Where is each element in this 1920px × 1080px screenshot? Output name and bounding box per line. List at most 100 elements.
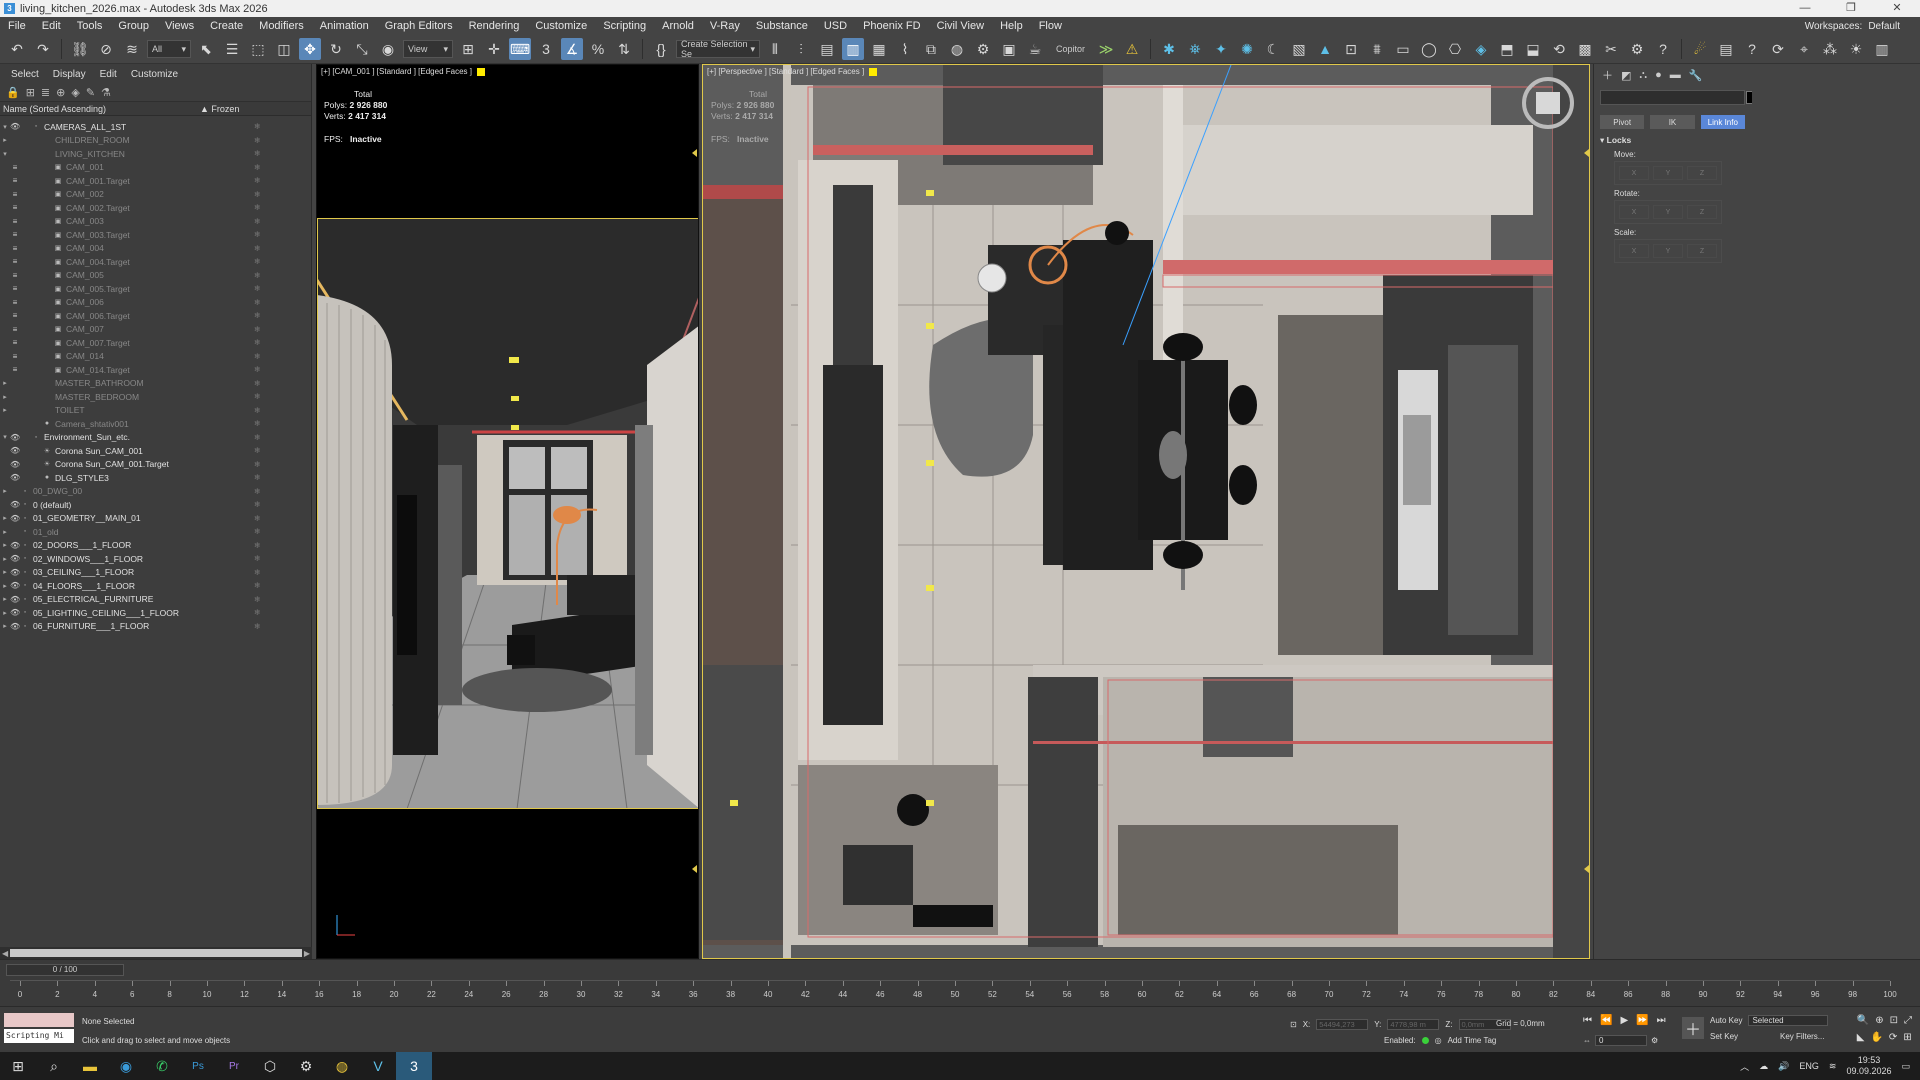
enabled-indicator-icon[interactable]: [1421, 1037, 1429, 1044]
visibility-icon[interactable]: 👁: [10, 608, 20, 617]
freeze-icon[interactable]: ❄: [254, 244, 261, 253]
premiere-icon[interactable]: Pr: [216, 1052, 252, 1080]
layer-row[interactable]: ▸ 👁 ◦ 04_FLOORS___1_FLOOR ❄: [0, 579, 312, 593]
visibility-icon[interactable]: 👁: [10, 622, 20, 631]
move-lock-y[interactable]: Y: [1653, 166, 1683, 180]
reference-coordinate-dropdown[interactable]: View ▾: [403, 40, 453, 58]
layer-row[interactable]: ● Camera_shtativ001 ❄: [0, 417, 312, 431]
visibility-icon[interactable]: ≡: [10, 190, 20, 199]
field-of-view-icon[interactable]: ◣: [1857, 1032, 1865, 1043]
menu-file[interactable]: File: [0, 20, 34, 32]
freeze-icon[interactable]: ❄: [254, 541, 261, 550]
visibility-icon[interactable]: 👁: [10, 554, 20, 563]
expand-icon[interactable]: ▸: [0, 541, 10, 549]
visibility-icon[interactable]: 👁: [10, 514, 20, 523]
viewport-camera[interactable]: [+] [CAM_001 ] [Standard ] [Edged Faces …: [316, 64, 699, 959]
edge-icon[interactable]: ◉: [108, 1052, 144, 1080]
y-coordinate-field[interactable]: 4778,98 m: [1387, 1019, 1440, 1030]
visibility-icon[interactable]: ≡: [10, 203, 20, 212]
visibility-icon[interactable]: ≡: [10, 244, 20, 253]
link-info-button[interactable]: Link Info: [1700, 115, 1745, 129]
current-frame-field[interactable]: 0: [1595, 1035, 1647, 1046]
expand-icon[interactable]: ▸: [0, 568, 10, 576]
freeze-icon[interactable]: ❄: [254, 379, 261, 388]
tray-chevron-icon[interactable]: ︿: [1740, 1060, 1749, 1073]
zoom-extents-icon[interactable]: ⊡: [1890, 1015, 1898, 1026]
freeze-icon[interactable]: ❄: [254, 446, 261, 455]
copitor-label[interactable]: Copitor: [1050, 44, 1091, 54]
maxscript-mini-listener[interactable]: Scripting Mi: [4, 1029, 74, 1043]
layer-row[interactable]: 👁 ☀ Corona Sun_CAM_001.Target ❄: [0, 458, 312, 472]
zoom-icon[interactable]: 🔍: [1857, 1015, 1869, 1026]
play-icon[interactable]: ▶: [1620, 1015, 1628, 1026]
expand-icon[interactable]: ▾: [0, 433, 10, 441]
menu-vray[interactable]: V-Ray: [702, 20, 748, 32]
layer-row[interactable]: ≡ ▣ CAM_001 ❄: [0, 161, 312, 175]
set-key-button[interactable]: Set Key: [1710, 1032, 1738, 1041]
link-icon[interactable]: ⛓: [69, 38, 91, 60]
visibility-icon[interactable]: ≡: [10, 271, 20, 280]
menu-arnold[interactable]: Arnold: [654, 20, 702, 32]
key-filters-button[interactable]: Key Filters...: [1780, 1032, 1824, 1041]
visibility-icon[interactable]: ≡: [10, 338, 20, 347]
vray-app-icon[interactable]: V: [360, 1052, 396, 1080]
pivot-button[interactable]: Pivot: [1600, 115, 1645, 129]
align-icon[interactable]: ⫶: [790, 38, 812, 60]
visibility-icon[interactable]: 👁: [10, 595, 20, 604]
expand-icon[interactable]: ▾: [0, 150, 10, 158]
corona-vfb-icon[interactable]: ▤: [1715, 38, 1737, 60]
layer-stack-icon[interactable]: ≣: [41, 86, 50, 99]
tab-customize[interactable]: Customize: [131, 69, 178, 80]
edit-named-selection-icon[interactable]: {}: [650, 38, 672, 60]
ik-button[interactable]: IK: [1650, 115, 1695, 129]
visibility-icon[interactable]: ≡: [10, 230, 20, 239]
time-tag-icon[interactable]: ◎: [1435, 1036, 1442, 1045]
freeze-icon[interactable]: ❄: [254, 311, 261, 320]
layer-row[interactable]: ≡ ▣ CAM_007 ❄: [0, 323, 312, 337]
pan-icon[interactable]: ✋: [1870, 1032, 1882, 1043]
menu-tools[interactable]: Tools: [69, 20, 111, 32]
absolute-mode-icon[interactable]: ⊡: [1290, 1020, 1297, 1029]
expand-icon[interactable]: ▾: [0, 123, 10, 131]
3dsmax-taskbar-icon[interactable]: 3: [396, 1052, 432, 1080]
expand-icon[interactable]: ▸: [0, 514, 10, 522]
vray-enmesh-icon[interactable]: ⬓: [1522, 38, 1544, 60]
add-to-layer-icon[interactable]: ⊕: [56, 86, 65, 99]
freeze-icon[interactable]: ❄: [254, 163, 261, 172]
modify-tab-icon[interactable]: ◩: [1621, 69, 1631, 82]
clock[interactable]: 19:53 09.09.2026: [1846, 1055, 1891, 1077]
keyboard-shortcut-override-icon[interactable]: ⌨: [509, 38, 531, 60]
layer-row[interactable]: ▸ ◦ 00_DWG_00 ❄: [0, 485, 312, 499]
auto-key-button[interactable]: Auto Key: [1710, 1016, 1742, 1025]
object-name-field[interactable]: [1600, 90, 1758, 105]
search-icon[interactable]: ⌕: [36, 1052, 72, 1080]
expand-icon[interactable]: ▸: [0, 555, 10, 563]
freeze-icon[interactable]: ❄: [254, 136, 261, 145]
freeze-icon[interactable]: ❄: [254, 473, 261, 482]
layer-row[interactable]: 👁 ● DLG_STYLE3 ❄: [0, 471, 312, 485]
next-frame-icon[interactable]: ⏩: [1636, 1015, 1648, 1026]
corona-lister-icon[interactable]: ▥: [1871, 38, 1893, 60]
menu-scripting[interactable]: Scripting: [595, 20, 654, 32]
layer-row[interactable]: ≡ ▣ CAM_005 ❄: [0, 269, 312, 283]
freeze-icon[interactable]: ❄: [254, 622, 261, 631]
visibility-icon[interactable]: 👁: [10, 581, 20, 590]
vray-settings-icon[interactable]: ⚙: [1626, 38, 1648, 60]
add-time-tag[interactable]: Add Time Tag: [1448, 1036, 1497, 1045]
visibility-icon[interactable]: ≡: [10, 311, 20, 320]
corona-scatter-icon[interactable]: ⁂: [1819, 38, 1841, 60]
select-place-icon[interactable]: ◉: [377, 38, 399, 60]
viewcube[interactable]: [1536, 92, 1560, 114]
workspaces-dropdown[interactable]: Default: [1868, 21, 1900, 32]
manipulate-icon[interactable]: ✛: [483, 38, 505, 60]
start-button-icon[interactable]: ⊞: [0, 1052, 36, 1080]
render-setup-icon[interactable]: ⚙: [972, 38, 994, 60]
freeze-icon[interactable]: ❄: [254, 419, 261, 428]
corona-sun-icon[interactable]: ☀: [1845, 38, 1867, 60]
visibility-icon[interactable]: 👁: [10, 433, 20, 442]
toggle-ribbon-icon[interactable]: ▦: [868, 38, 890, 60]
x-coordinate-field[interactable]: 54494,273: [1316, 1019, 1369, 1030]
corona-renderer-icon[interactable]: ☄: [1689, 38, 1711, 60]
layer-row[interactable]: ▸ CHILDREN_ROOM ❄: [0, 134, 312, 148]
vray-plane-icon[interactable]: ▭: [1392, 38, 1414, 60]
